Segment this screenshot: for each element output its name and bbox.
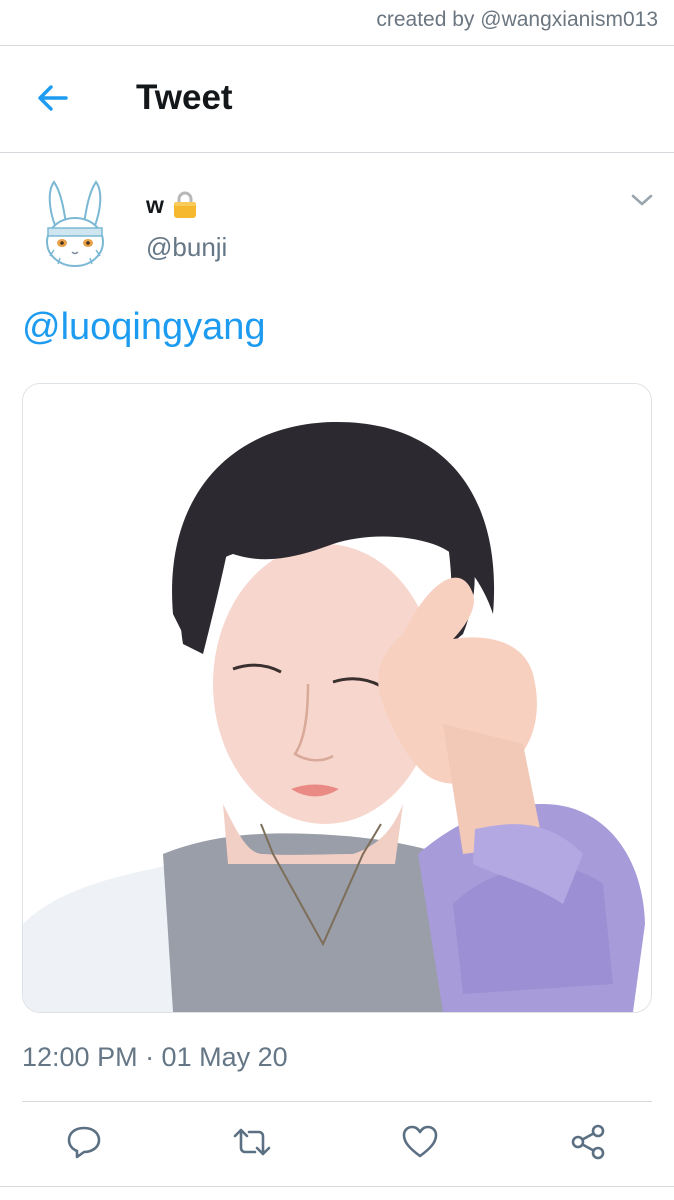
reply-icon xyxy=(67,1126,101,1159)
display-name[interactable]: w xyxy=(146,190,198,220)
lock-icon xyxy=(173,191,196,218)
tweet-header: Tweet xyxy=(0,46,674,152)
chevron-down-icon xyxy=(631,194,653,206)
watermark-credit: created by @wangxianism013 xyxy=(376,8,658,31)
retweet-icon xyxy=(233,1128,271,1156)
header-divider xyxy=(0,152,674,153)
tweet-media-photo[interactable] xyxy=(22,383,652,1013)
bottom-divider xyxy=(0,1186,674,1187)
like-icon xyxy=(402,1125,438,1158)
bunny-avatar-icon xyxy=(46,180,104,267)
like-button[interactable] xyxy=(398,1120,442,1164)
tweet-action-bar xyxy=(0,1114,674,1170)
reply-button[interactable] xyxy=(62,1120,106,1164)
arrow-left-icon xyxy=(38,85,68,111)
retweet-button[interactable] xyxy=(230,1120,274,1164)
user-handle[interactable]: @bunji xyxy=(146,232,227,263)
back-button[interactable] xyxy=(30,78,76,118)
mention-link[interactable]: @luoqingyang xyxy=(22,306,266,349)
photo-person-image xyxy=(23,384,651,1012)
page-title: Tweet xyxy=(136,78,233,117)
share-icon xyxy=(571,1124,605,1160)
tweet-options-button[interactable] xyxy=(628,188,656,212)
avatar[interactable] xyxy=(34,178,116,268)
tweet-timestamp: 12:00 PM · 01 May 20 xyxy=(22,1042,288,1072)
share-button[interactable] xyxy=(566,1120,610,1164)
display-name-text: w xyxy=(146,191,164,218)
timestamp-divider xyxy=(22,1101,652,1102)
